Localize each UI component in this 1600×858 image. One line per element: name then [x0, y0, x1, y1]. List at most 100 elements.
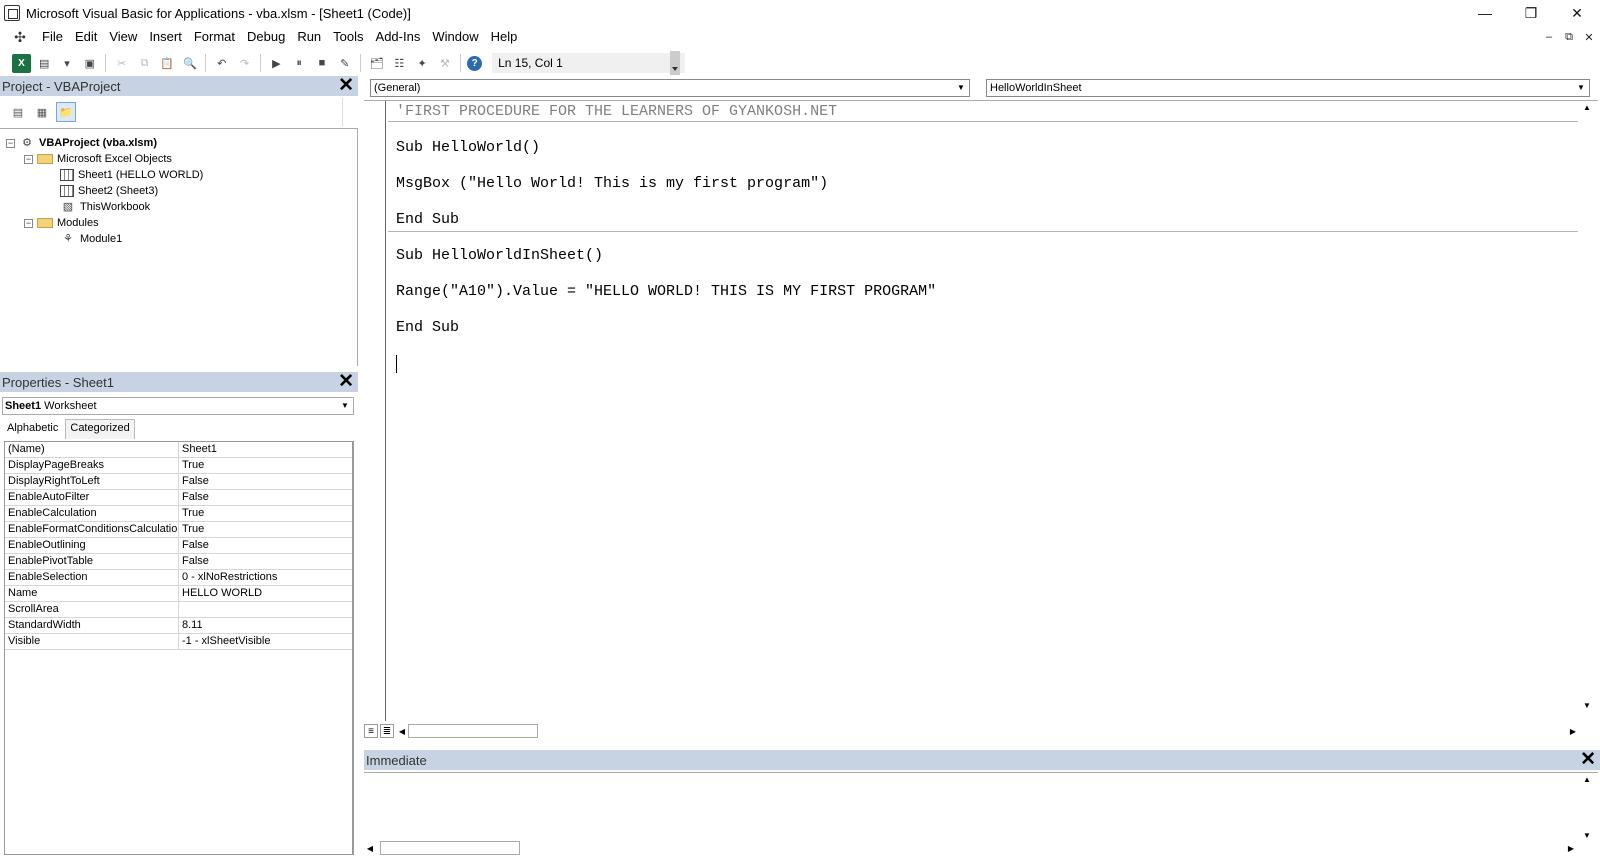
tree-item-module1[interactable]: ⚘ Module1	[60, 231, 122, 247]
tree-item-sheet1[interactable]: Sheet1 (HELLO WORLD)	[60, 167, 203, 183]
scroll-thumb[interactable]	[408, 724, 538, 738]
redo-icon[interactable]: ↷	[235, 54, 254, 73]
code-line[interactable]: End Sub	[396, 319, 459, 336]
close-button[interactable]: ✕	[1554, 0, 1600, 26]
scroll-thumb[interactable]	[380, 841, 520, 855]
vba-system-menu-icon[interactable]: ✣	[10, 28, 30, 46]
property-row[interactable]: Name HELLO WORLD	[5, 586, 352, 602]
reset-icon[interactable]: ■	[313, 54, 332, 73]
tree-item-excel-objects[interactable]: − Microsoft Excel Objects	[24, 151, 172, 167]
tab-categorized[interactable]: Categorized	[65, 419, 135, 439]
property-row[interactable]: EnablePivotTable False	[5, 554, 352, 570]
property-row[interactable]: DisplayPageBreaks True	[5, 458, 352, 474]
property-row[interactable]: (Name) Sheet1	[5, 442, 352, 458]
cut-icon[interactable]: ✂	[112, 54, 131, 73]
copy-icon[interactable]: ⧉	[135, 54, 154, 73]
immediate-vertical-scrollbar[interactable]: ▲ ▼	[1580, 773, 1594, 843]
menu-file[interactable]: File	[36, 26, 69, 48]
help-icon[interactable]: ?	[467, 55, 483, 71]
scroll-up-icon[interactable]: ▲	[1580, 101, 1594, 115]
property-row[interactable]: EnableSelection 0 - xlNoRestrictions	[5, 570, 352, 586]
menu-window[interactable]: Window	[426, 26, 484, 48]
mdi-restore-button[interactable]: ⧉	[1562, 31, 1576, 44]
scroll-down-icon[interactable]: ▼	[1580, 699, 1594, 713]
menu-format[interactable]: Format	[188, 26, 241, 48]
property-row[interactable]: EnableCalculation True	[5, 506, 352, 522]
tree-item-vbaproject[interactable]: − ⚙ VBAProject (vba.xlsm)	[6, 135, 157, 151]
restore-button[interactable]: ❐	[1508, 0, 1554, 26]
chevron-down-icon[interactable]: ▼	[1575, 81, 1587, 95]
margin-indicator-bar[interactable]	[364, 101, 386, 721]
toolbar-options-icon[interactable]	[670, 51, 680, 75]
property-row[interactable]: StandardWidth 8.11	[5, 618, 352, 634]
project-pane-close-icon[interactable]: ✕	[338, 76, 354, 96]
find-icon[interactable]: 🔍	[181, 54, 200, 73]
property-row[interactable]: EnableAutoFilter False	[5, 490, 352, 506]
scroll-up-icon[interactable]: ▲	[1580, 773, 1594, 787]
property-value[interactable]: 8.11	[179, 618, 352, 633]
property-value[interactable]: False	[179, 490, 352, 505]
project-explorer-icon[interactable]: 🗂	[367, 54, 386, 73]
code-line[interactable]: MsgBox ("Hello World! This is my first p…	[396, 175, 828, 192]
menu-debug[interactable]: Debug	[241, 26, 291, 48]
code-vertical-scrollbar[interactable]: ▲ ▼	[1580, 101, 1594, 713]
property-value[interactable]: True	[179, 506, 352, 521]
property-row[interactable]: EnableOutlining False	[5, 538, 352, 554]
property-value[interactable]: False	[179, 554, 352, 569]
property-value[interactable]	[179, 602, 352, 617]
minimize-button[interactable]: —	[1462, 0, 1508, 26]
scroll-down-icon[interactable]: ▼	[1580, 829, 1594, 843]
immediate-window[interactable]: ▲ ▼ ◀ ▶	[364, 772, 1598, 856]
menu-help[interactable]: Help	[485, 26, 524, 48]
menu-run[interactable]: Run	[291, 26, 327, 48]
menu-edit[interactable]: Edit	[69, 26, 103, 48]
properties-object-select[interactable]: Sheet1 Worksheet ▼	[2, 397, 354, 415]
code-line[interactable]: End Sub	[396, 211, 459, 228]
properties-pane-close-icon[interactable]: ✕	[338, 372, 354, 392]
property-value[interactable]: -1 - xlSheetVisible	[179, 634, 352, 649]
procedure-view-icon[interactable]: ≡	[364, 724, 378, 738]
code-editor[interactable]: 'FIRST PROCEDURE FOR THE LEARNERS OF GYA…	[364, 100, 1598, 722]
collapse-icon[interactable]: −	[24, 154, 33, 164]
tree-item-sheet2[interactable]: Sheet2 (Sheet3)	[60, 183, 158, 199]
toolbox-icon[interactable]: ⚒	[435, 54, 454, 73]
tab-alphabetic[interactable]: Alphabetic	[2, 419, 64, 439]
procedure-combo[interactable]: HelloWorldInSheet ▼	[986, 79, 1590, 97]
menu-insert[interactable]: Insert	[143, 26, 188, 48]
tree-item-modules[interactable]: − Modules	[24, 215, 99, 231]
collapse-icon[interactable]: −	[6, 138, 15, 148]
property-value[interactable]: False	[179, 474, 352, 489]
property-value[interactable]: True	[179, 522, 352, 537]
paste-icon[interactable]: 📋	[158, 54, 177, 73]
view-object-icon[interactable]: ▦	[32, 102, 52, 122]
insert-module-icon[interactable]: ▤	[35, 54, 54, 73]
scroll-right-icon[interactable]: ▶	[1570, 727, 1576, 736]
mdi-minimize-button[interactable]: –	[1542, 31, 1556, 43]
tree-item-thisworkbook[interactable]: ▧ ThisWorkbook	[60, 199, 150, 215]
property-row[interactable]: EnableFormatConditionsCalculation True	[5, 522, 352, 538]
toggle-folders-icon[interactable]: 📁	[56, 102, 76, 122]
break-icon[interactable]: ⏸	[290, 54, 309, 73]
property-value[interactable]: True	[179, 458, 352, 473]
property-row[interactable]: ScrollArea	[5, 602, 352, 618]
object-browser-icon[interactable]: ✦	[413, 54, 432, 73]
run-icon[interactable]: ▶	[267, 54, 286, 73]
property-value[interactable]: 0 - xlNoRestrictions	[179, 570, 352, 585]
mdi-close-button[interactable]: ✕	[1582, 31, 1596, 44]
project-scrollbar[interactable]	[342, 98, 354, 126]
menu-view[interactable]: View	[103, 26, 143, 48]
property-value[interactable]: HELLO WORLD	[179, 586, 352, 601]
properties-window-icon[interactable]: ☷	[390, 54, 409, 73]
collapse-icon[interactable]: −	[24, 218, 33, 228]
chevron-down-icon[interactable]: ▼	[339, 399, 351, 413]
code-line[interactable]: Sub HelloWorldInSheet()	[396, 247, 603, 264]
save-icon[interactable]: ▣	[80, 54, 99, 73]
menu-add-ins[interactable]: Add-Ins	[370, 26, 427, 48]
code-line[interactable]: Range("A10").Value = "HELLO WORLD! THIS …	[396, 283, 936, 300]
scroll-left-icon[interactable]: ◀	[396, 727, 408, 736]
immediate-pane-close-icon[interactable]: ✕	[1580, 750, 1596, 770]
view-code-icon[interactable]: ▤	[8, 102, 28, 122]
code-line-comment[interactable]: 'FIRST PROCEDURE FOR THE LEARNERS OF GYA…	[396, 103, 837, 120]
view-excel-icon[interactable]: X	[12, 53, 31, 73]
scroll-left-icon[interactable]: ◀	[364, 844, 376, 853]
